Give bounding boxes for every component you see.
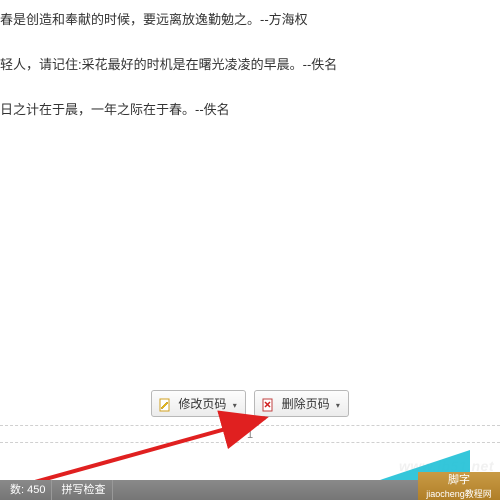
page-number-display: 1 bbox=[247, 429, 253, 441]
page-break-separator: 1 bbox=[0, 425, 500, 443]
delete-page-number-button[interactable]: 删除页码 ▾ bbox=[254, 390, 349, 417]
brand-line2: jiaocheng教程网 bbox=[418, 487, 500, 501]
button-label: 删除页码 bbox=[282, 397, 330, 411]
document-body: 春是创造和奉献的时候，要远离放逸勤勉之。--方海权 轻人，请记住:采花最好的时机… bbox=[0, 0, 500, 120]
page-number-toolbar: 修改页码 ▾ 删除页码 ▾ bbox=[0, 390, 500, 417]
count-value: 450 bbox=[27, 484, 45, 496]
status-bar: 数: 450 拼写检查 脚字 jiaocheng教程网 bbox=[0, 480, 500, 500]
spellcheck-label: 拼写检查 bbox=[62, 484, 106, 496]
paragraph: 轻人，请记住:采花最好的时机是在曙光凌凌的早晨。--佚名 bbox=[0, 55, 500, 76]
chevron-down-icon: ▾ bbox=[336, 401, 340, 410]
count-label: 数: bbox=[10, 484, 24, 496]
modify-page-number-button[interactable]: 修改页码 ▾ bbox=[151, 390, 246, 417]
word-count-cell[interactable]: 数: 450 bbox=[4, 480, 52, 500]
edit-page-icon bbox=[158, 398, 172, 412]
paragraph: 春是创造和奉献的时候，要远离放逸勤勉之。--方海权 bbox=[0, 10, 500, 31]
button-label: 修改页码 bbox=[178, 397, 226, 411]
brand-line1: 脚字 bbox=[418, 473, 500, 487]
chevron-down-icon: ▾ bbox=[233, 401, 237, 410]
spellcheck-cell[interactable]: 拼写检查 bbox=[56, 480, 113, 500]
brand-badge: 脚字 jiaocheng教程网 bbox=[418, 472, 500, 500]
paragraph: 日之计在于晨，一年之际在于春。--佚名 bbox=[0, 100, 500, 121]
delete-page-icon bbox=[261, 398, 275, 412]
